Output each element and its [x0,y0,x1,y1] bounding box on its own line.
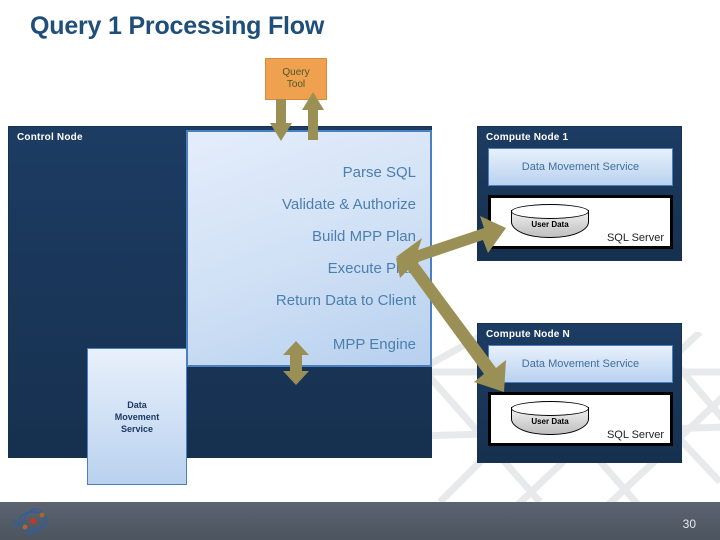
query-tool-text: Query Tool [282,67,309,91]
compute-node-1-data-movement-service: Data Movement Service [488,148,673,186]
cylinder-label: User Data [531,417,569,426]
arrow-double-vertical-icon [283,341,309,385]
slide-title: Query 1 Processing Flow [30,12,325,40]
logo-graphic: W [12,508,48,534]
control-dms-line3: Service [120,423,153,434]
query-tool-line1: Query [282,67,310,78]
cylinder-top [511,204,589,219]
control-node-data-movement-service: Data Movement Service [87,348,187,485]
footer-band: W 30 [0,502,720,540]
cylinder-label: User Data [531,220,569,229]
database-cylinder-user-data: User Data [511,401,589,435]
database-cylinder-user-data: User Data [511,204,589,238]
compute-node-1-sql-server-label: SQL Server [606,232,664,244]
mpp-step-validate-authorize: Validate & Authorize [282,196,416,213]
arrow-up-icon [302,92,324,140]
arrow-double-diagonal-icon [396,252,506,392]
query-tool-line2: Tool [286,79,306,90]
cylinder-top [511,401,589,416]
svg-text:W: W [12,519,20,528]
arrow-query-tool-to-control-node [270,99,292,141]
control-dms-text: Data Movement Service [115,399,160,435]
control-dms-line1: Data [127,399,147,410]
slide-canvas: Query 1 Processing Flow Control Node Dat… [0,0,720,540]
arrow-mpp-to-compute-node-n [396,240,516,400]
mpp-step-return-data-to-client: Return Data to Client [275,292,416,309]
arrow-mpp-to-control-storage [283,341,309,385]
compute-node-n-sql-server-box: User Data SQL Server [488,392,673,446]
compute-node-n-sql-server-label: SQL Server [606,429,664,441]
compute-node-1-label: Compute Node 1 [486,132,569,143]
arrow-down-icon [270,99,292,141]
arrow-control-node-to-query-tool [302,92,324,140]
company-logo-icon: W [12,508,54,534]
control-node-label: Control Node [17,132,83,143]
control-dms-line2: Movement [114,411,160,422]
mpp-step-parse-sql: Parse SQL [342,164,416,181]
page-number: 30 [682,517,696,531]
